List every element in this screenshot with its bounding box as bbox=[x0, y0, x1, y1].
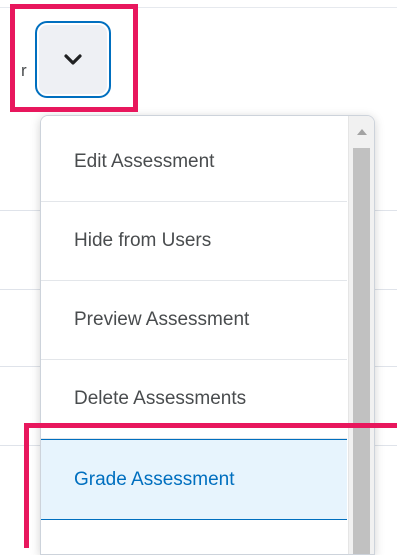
table-row-divider bbox=[375, 289, 397, 290]
menu-item-grade-assessment[interactable]: Grade Assessment bbox=[41, 439, 347, 520]
actions-dropdown-menu: Edit Assessment Hide from Users Preview … bbox=[40, 115, 375, 555]
table-row-divider bbox=[375, 366, 397, 367]
menu-item-delete-assessments[interactable]: Delete Assessments bbox=[41, 360, 347, 439]
table-row-divider bbox=[375, 210, 397, 211]
menu-item-label: Edit Assessment bbox=[74, 150, 215, 172]
menu-scrollbar[interactable] bbox=[348, 116, 374, 554]
table-row-divider bbox=[0, 445, 40, 446]
table-row-divider bbox=[0, 366, 40, 367]
truncated-text: r bbox=[21, 61, 27, 80]
menu-item-label: Hide from Users bbox=[74, 230, 212, 251]
menu-item-preview-assessment[interactable]: Preview Assessment bbox=[41, 281, 347, 360]
menu-item-partial bbox=[41, 520, 347, 554]
menu-item-label: Preview Assessment bbox=[74, 309, 250, 330]
scroll-up-button[interactable] bbox=[349, 120, 374, 142]
menu-item-label: Delete Assessments bbox=[74, 388, 247, 409]
actions-menu-button[interactable] bbox=[35, 21, 111, 98]
table-row-divider bbox=[0, 289, 40, 290]
menu-item-hide-from-users[interactable]: Hide from Users bbox=[41, 202, 347, 281]
chevron-down-icon bbox=[64, 53, 82, 65]
table-row-divider bbox=[0, 210, 40, 211]
menu-item-edit-assessment[interactable]: Edit Assessment bbox=[41, 116, 347, 202]
scrollbar-thumb[interactable] bbox=[353, 148, 370, 554]
menu-list: Edit Assessment Hide from Users Preview … bbox=[41, 116, 347, 554]
table-row-divider bbox=[375, 445, 397, 446]
table-row-divider bbox=[0, 7, 397, 8]
menu-item-label: Grade Assessment bbox=[74, 468, 235, 490]
scroll-up-arrow-icon bbox=[357, 128, 367, 135]
